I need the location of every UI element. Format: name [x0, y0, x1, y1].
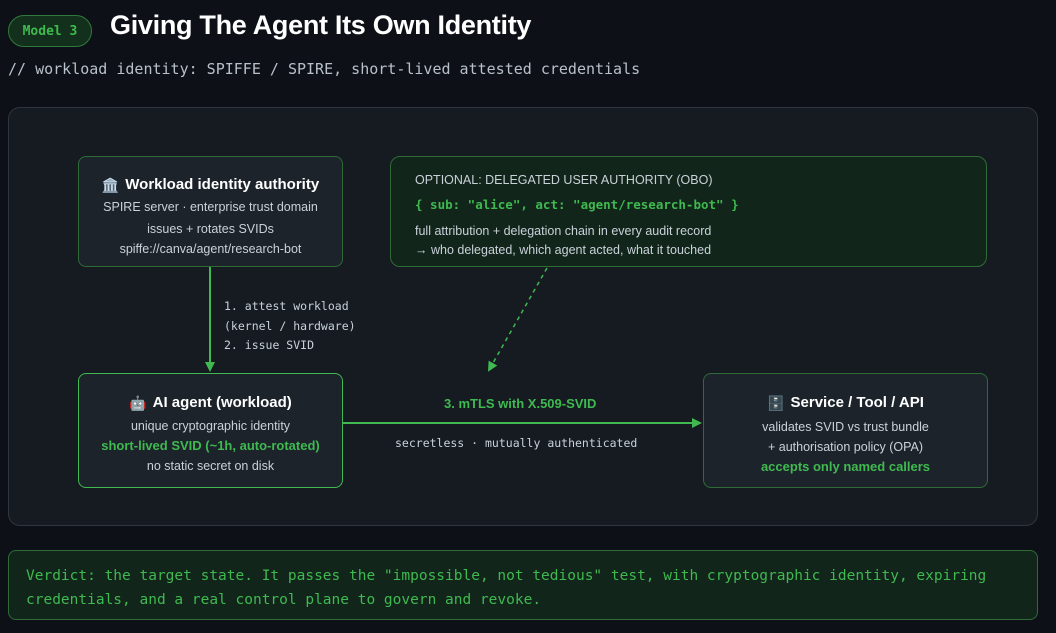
delegation-dashed-arrow — [488, 267, 548, 372]
service-title: 🗄️ Service / Tool / API — [704, 394, 987, 411]
agent-line: no static secret on disk — [146, 459, 275, 473]
diagram-arrows — [205, 267, 702, 428]
agent-title: 🤖 AI agent (workload) — [79, 394, 342, 411]
authority-box: 🏛️ Workload identity authority SPIRE ser… — [78, 156, 343, 267]
authority-title-text: Workload identity authority — [125, 176, 320, 193]
service-line: validates SVID vs trust bundle — [762, 420, 929, 434]
agent-line: unique cryptographic identity — [130, 419, 291, 433]
authority-line: spiffe://canva/agent/research-bot — [119, 242, 302, 256]
robot-icon: 🤖 — [129, 394, 147, 411]
attest-label: 1. attest workload — [224, 299, 349, 313]
classical-building-icon: 🏛️ — [101, 176, 120, 193]
obo-box: OPTIONAL: DELEGATED USER AUTHORITY (OBO)… — [390, 156, 987, 267]
attest-label: 2. issue SVID — [224, 338, 315, 352]
service-title-text: Service / Tool / API — [790, 394, 924, 411]
attest-label: (kernel / hardware) — [224, 319, 356, 333]
agent-box: 🤖 AI agent (workload) unique cryptograph… — [78, 373, 343, 488]
mtls-label: 3. mTLS with X.509-SVID — [444, 396, 597, 411]
agent-title-text: AI agent (workload) — [152, 394, 292, 411]
authority-line: SPIRE server · enterprise trust domain — [103, 200, 318, 214]
authority-title: 🏛️ Workload identity authority — [79, 176, 342, 193]
service-box: 🗄️ Service / Tool / API validates SVID v… — [703, 373, 988, 488]
service-line: + authorisation policy (OPA) — [767, 440, 924, 454]
mtls-sublabel: secretless · mutually authenticated — [395, 436, 638, 450]
agent-svid-line: short-lived SVID (~1h, auto-rotated) — [101, 438, 320, 453]
obo-title: OPTIONAL: DELEGATED USER AUTHORITY (OBO) — [415, 173, 713, 187]
obo-line: → who delegated, which agent acted, what… — [415, 243, 712, 257]
obo-token-code: { sub: "alice", act: "agent/research-bot… — [415, 197, 739, 212]
authority-line: issues + rotates SVIDs — [147, 222, 274, 236]
service-accept-line: accepts only named callers — [760, 459, 931, 474]
server-icon: 🗄️ — [767, 394, 785, 411]
obo-line: full attribution + delegation chain in e… — [415, 224, 712, 238]
verdict-box: Verdict: the target state. It passes the… — [8, 550, 1038, 620]
